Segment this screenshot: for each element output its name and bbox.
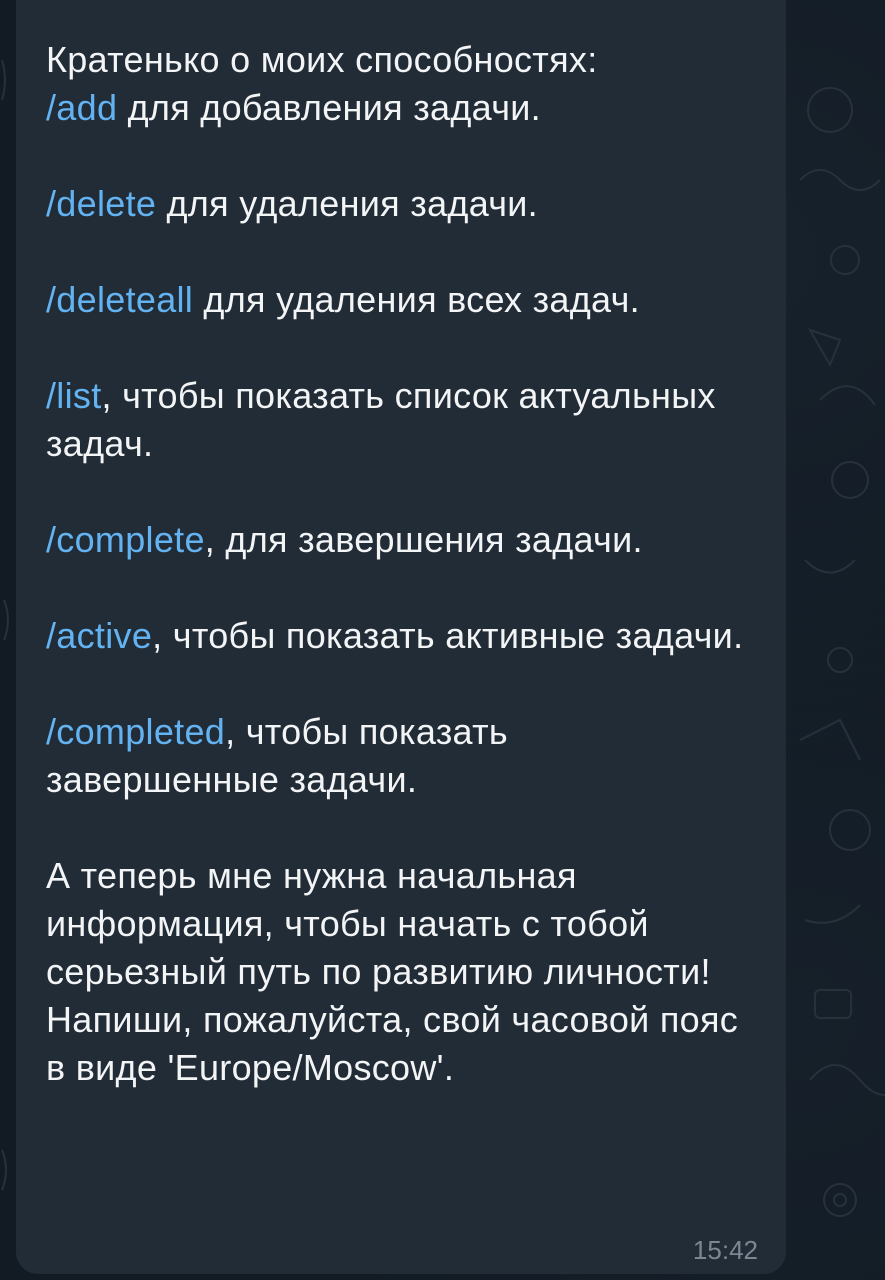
command-link-add[interactable]: /add bbox=[46, 87, 117, 128]
closing-paragraph: А теперь мне нужна начальная информация,… bbox=[46, 855, 739, 1088]
command-link-complete[interactable]: /complete bbox=[46, 519, 205, 560]
command-line-complete: /complete, для завершения задачи. bbox=[46, 516, 746, 564]
command-link-deleteall[interactable]: /deleteall bbox=[46, 279, 193, 320]
command-link-list[interactable]: /list bbox=[46, 375, 102, 416]
command-line-delete: /delete для удаления задачи. bbox=[46, 180, 746, 228]
intro-line: Кратенько о моих способностях: bbox=[46, 39, 598, 80]
command-description: , чтобы показать активные задачи. bbox=[152, 615, 744, 656]
command-line-add: /add для добавления задачи. bbox=[46, 84, 746, 132]
command-link-completed[interactable]: /completed bbox=[46, 711, 225, 752]
commands-block: Кратенько о моих способностях: /add для … bbox=[46, 36, 746, 132]
command-line-active: /active, чтобы показать активные задачи. bbox=[46, 612, 746, 660]
command-description: , для завершения задачи. bbox=[204, 519, 643, 560]
command-line-completed: /completed, чтобы показать завершенные з… bbox=[46, 708, 746, 804]
command-link-delete[interactable]: /delete bbox=[46, 183, 156, 224]
command-description: , чтобы показать список актуальных задач… bbox=[46, 375, 716, 464]
command-link-active[interactable]: /active bbox=[46, 615, 152, 656]
command-description: для добавления задачи. bbox=[117, 87, 541, 128]
message-timestamp: 15:42 bbox=[692, 1235, 758, 1265]
command-line-deleteall: /deleteall для удаления всех задач. bbox=[46, 276, 746, 324]
command-description: для удаления всех задач. bbox=[193, 279, 640, 320]
command-description: для удаления задачи. bbox=[156, 183, 538, 224]
command-line-list: /list, чтобы показать список актуальных … bbox=[46, 372, 746, 468]
message-text: Кратенько о моих способностях: /add для … bbox=[46, 36, 746, 1092]
